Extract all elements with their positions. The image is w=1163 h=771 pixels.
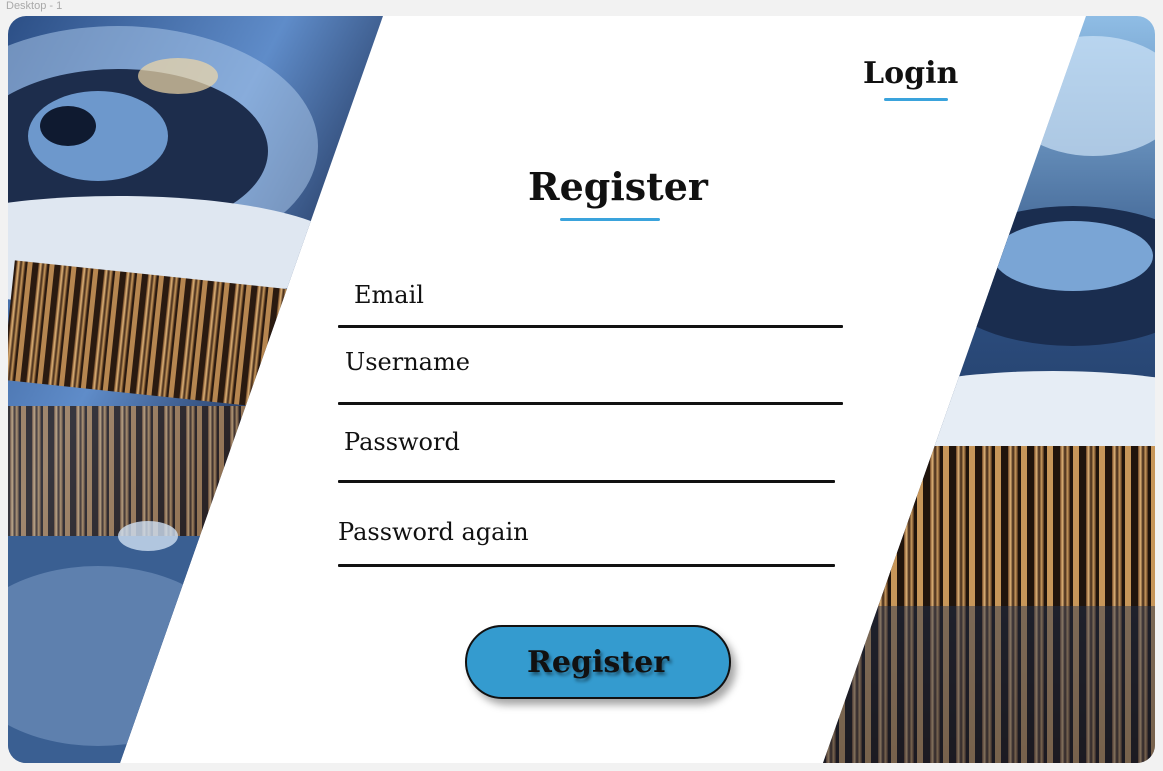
password-underline <box>338 480 835 483</box>
email-label: Email <box>354 281 424 309</box>
page-title: Register <box>528 164 708 209</box>
password-again-label: Password again <box>338 518 529 546</box>
title-underline <box>560 218 660 221</box>
gear-photo-right <box>823 16 1155 763</box>
register-button[interactable]: Register <box>465 625 731 699</box>
password-again-field[interactable]: Password again <box>338 518 848 578</box>
gear-illustration-right <box>823 16 1155 763</box>
email-field[interactable]: Email <box>338 281 848 331</box>
login-link[interactable]: Login <box>863 56 958 91</box>
username-label: Username <box>345 348 470 376</box>
register-button-label: Register <box>526 644 670 680</box>
login-underline <box>884 98 948 101</box>
password-field[interactable]: Password <box>338 428 848 488</box>
password-again-underline <box>338 564 835 567</box>
email-underline <box>338 325 843 328</box>
desktop-frame: Login Register Email Username Password P… <box>8 16 1155 763</box>
username-underline <box>338 402 843 405</box>
username-field[interactable]: Username <box>338 348 848 408</box>
password-label: Password <box>344 428 460 456</box>
frame-label: Desktop - 1 <box>6 0 63 12</box>
